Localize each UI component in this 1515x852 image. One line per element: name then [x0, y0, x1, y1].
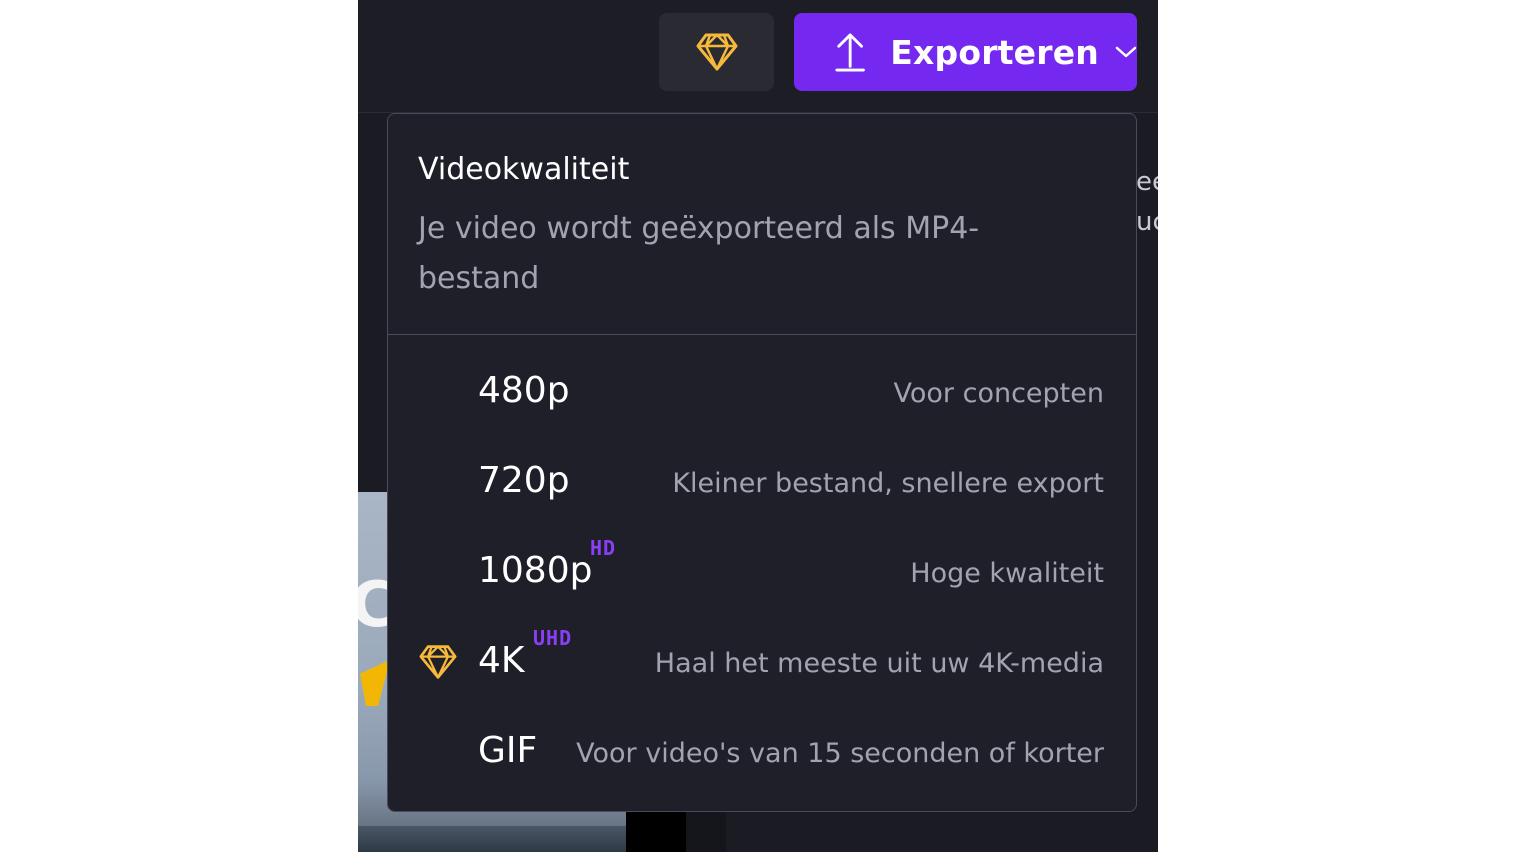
top-toolbar: Exporteren [358, 0, 1158, 113]
background-panel [686, 812, 726, 852]
quality-option-label: 480p [478, 370, 570, 411]
upload-icon [835, 33, 865, 72]
export-button[interactable]: Exporteren [794, 13, 1137, 91]
dropdown-title: Videokwaliteit [418, 152, 630, 187]
quality-option-description: Hoge kwaliteit [910, 558, 1104, 589]
export-button-label: Exporteren [890, 32, 1099, 72]
background-panel [626, 812, 686, 852]
hd-badge: HD [590, 536, 617, 560]
quality-option-720p[interactable]: 720p Kleiner bestand, snellere export [388, 438, 1136, 528]
background-partial-text: ee uc [1136, 162, 1158, 242]
quality-option-label: 4K [478, 640, 525, 681]
export-quality-dropdown: Videokwaliteit Je video wordt geëxportee… [387, 113, 1137, 812]
quality-option-label: GIF [478, 730, 538, 771]
uhd-badge: UHD [533, 626, 573, 650]
quality-option-description: Kleiner bestand, snellere export [672, 468, 1104, 499]
diamond-icon [696, 33, 737, 71]
quality-option-description: Haal het meeste uit uw 4K-media [654, 648, 1104, 679]
chevron-down-icon [1115, 46, 1137, 58]
dropdown-header: Videokwaliteit Je video wordt geëxportee… [388, 114, 1136, 335]
background-thumbnail-hills [358, 826, 626, 852]
diamond-icon [419, 645, 457, 679]
quality-option-description: Voor video's van 15 seconden of korter [576, 738, 1104, 769]
background-partial-text-line: ee [1136, 167, 1158, 197]
premium-button[interactable] [659, 13, 774, 91]
quality-option-description: Voor concepten [893, 378, 1104, 409]
editor-window: C ee uc Exporteren [358, 0, 1158, 852]
quality-option-label: 720p [478, 460, 570, 501]
dropdown-subtitle: Je video wordt geëxporteerd als MP4-best… [418, 211, 980, 296]
quality-option-gif[interactable]: GIF Voor video's van 15 seconden of kort… [388, 708, 1136, 798]
quality-option-1080p[interactable]: 1080p HD Hoge kwaliteit [388, 528, 1136, 618]
quality-option-480p[interactable]: 480p Voor concepten [388, 348, 1136, 438]
background-partial-text-line: uc [1136, 207, 1158, 237]
quality-option-4k[interactable]: 4K UHD Haal het meeste uit uw 4K-media [388, 618, 1136, 708]
quality-option-label: 1080p [478, 550, 593, 591]
